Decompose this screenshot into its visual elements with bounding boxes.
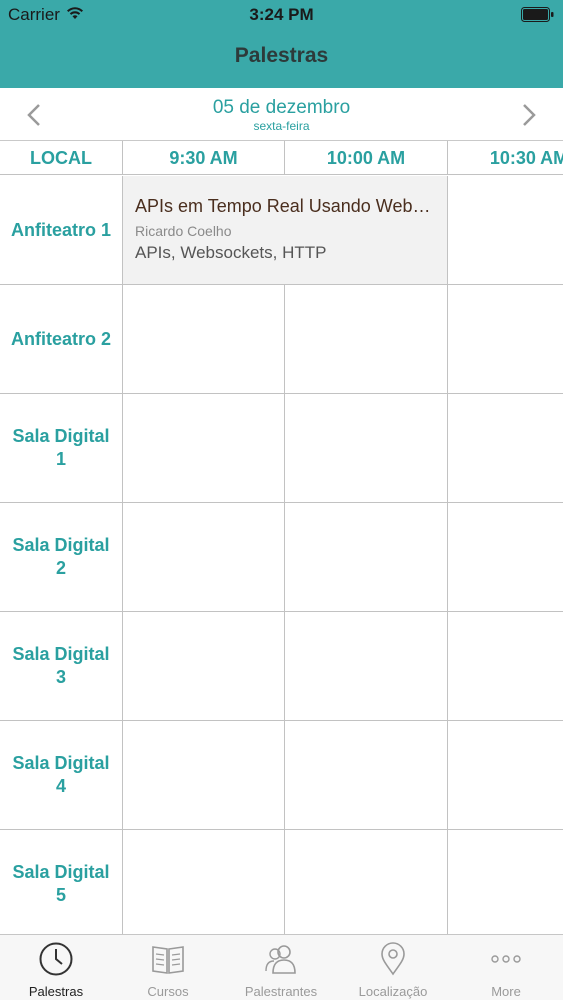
- schedule-cell[interactable]: [448, 503, 563, 611]
- tab-bar: Palestras Cursos Palestrantes Localizaçã…: [0, 934, 563, 1000]
- room-label: Sala Digital 1: [0, 394, 123, 502]
- schedule-cell[interactable]: [123, 285, 285, 393]
- weekday-label: sexta-feira: [253, 119, 310, 133]
- schedule-cell[interactable]: [123, 612, 285, 720]
- date-selector: 05 de dezembro sexta-feira: [0, 88, 563, 141]
- schedule-cell[interactable]: [123, 503, 285, 611]
- talk-tags: APIs, Websockets, HTTP: [135, 243, 327, 262]
- schedule-cell[interactable]: [123, 830, 285, 934]
- table-row: Anfiteatro 1 APIs em Tempo Real Usando W…: [0, 176, 563, 285]
- column-header-time: 10:00 AM: [285, 141, 448, 175]
- schedule-cell[interactable]: [123, 721, 285, 829]
- tab-label: Palestras: [28, 984, 84, 999]
- date-label: 05 de dezembro: [212, 97, 351, 118]
- people-icon: [265, 945, 296, 974]
- schedule-cell[interactable]: [285, 503, 448, 611]
- table-row: Sala Digital 3: [0, 612, 563, 721]
- more-dots-icon: [491, 955, 521, 963]
- nav-header: Carrier 3:24 PM Palestras: [0, 0, 563, 88]
- column-header-local: LOCAL: [0, 141, 123, 175]
- clock-icon: [39, 942, 73, 976]
- room-label: Sala Digital 3: [0, 612, 123, 720]
- status-time: 3:24 PM: [249, 5, 314, 24]
- tab-label: More: [491, 984, 521, 999]
- room-label: Sala Digital 5: [0, 830, 123, 934]
- table-row: Sala Digital 1: [0, 394, 563, 503]
- room-label: Sala Digital 2: [0, 503, 123, 611]
- schedule-cell[interactable]: [285, 612, 448, 720]
- schedule-cell[interactable]: [285, 394, 448, 502]
- tab-label: Localização: [358, 984, 428, 999]
- talk-speaker: Ricardo Coelho: [135, 223, 232, 239]
- chevron-right-icon[interactable]: [513, 100, 543, 130]
- schedule-cell[interactable]: [448, 612, 563, 720]
- table-row: Sala Digital 2: [0, 503, 563, 612]
- room-label: Sala Digital 4: [0, 721, 123, 829]
- talk-title: APIs em Tempo Real Usando Websockets: [135, 196, 435, 216]
- tab-cursos[interactable]: Cursos: [112, 935, 224, 1000]
- table-row: Sala Digital 5: [0, 830, 563, 934]
- schedule-grid[interactable]: LOCAL 9:30 AM 10:00 AM 10:30 AM Anfiteat…: [0, 141, 563, 934]
- schedule-cell[interactable]: [448, 285, 563, 393]
- schedule-cell[interactable]: [285, 285, 448, 393]
- room-label: Anfiteatro 2: [0, 285, 123, 393]
- schedule-cell[interactable]: [448, 721, 563, 829]
- table-row: Sala Digital 4: [0, 721, 563, 830]
- talk-card[interactable]: APIs em Tempo Real Usando Websockets Ric…: [123, 176, 448, 284]
- schedule-cell[interactable]: [285, 830, 448, 934]
- tab-palestras[interactable]: Palestras: [0, 935, 112, 1000]
- schedule-cell[interactable]: [285, 721, 448, 829]
- tab-label: Cursos: [147, 984, 189, 999]
- schedule-cell[interactable]: [448, 176, 563, 284]
- schedule-cell[interactable]: [123, 394, 285, 502]
- battery-icon: [521, 7, 554, 22]
- column-header-time: 10:30 AM: [448, 141, 563, 175]
- schedule-cell[interactable]: [448, 830, 563, 934]
- tab-palestrantes[interactable]: Palestrantes: [225, 935, 337, 1000]
- location-pin-icon: [381, 942, 405, 976]
- schedule-cell[interactable]: [448, 394, 563, 502]
- tab-label: Palestrantes: [244, 984, 318, 999]
- status-bar: Carrier 3:24 PM: [0, 0, 563, 30]
- column-header-row: LOCAL 9:30 AM 10:00 AM 10:30 AM: [0, 141, 563, 175]
- page-title: Palestras: [234, 44, 329, 67]
- tab-more[interactable]: More: [450, 935, 562, 1000]
- room-label: Anfiteatro 1: [0, 176, 123, 284]
- column-header-time: 9:30 AM: [123, 141, 285, 175]
- book-icon: [152, 946, 184, 974]
- tab-localizacao[interactable]: Localização: [337, 935, 449, 1000]
- table-row: Anfiteatro 2: [0, 285, 563, 394]
